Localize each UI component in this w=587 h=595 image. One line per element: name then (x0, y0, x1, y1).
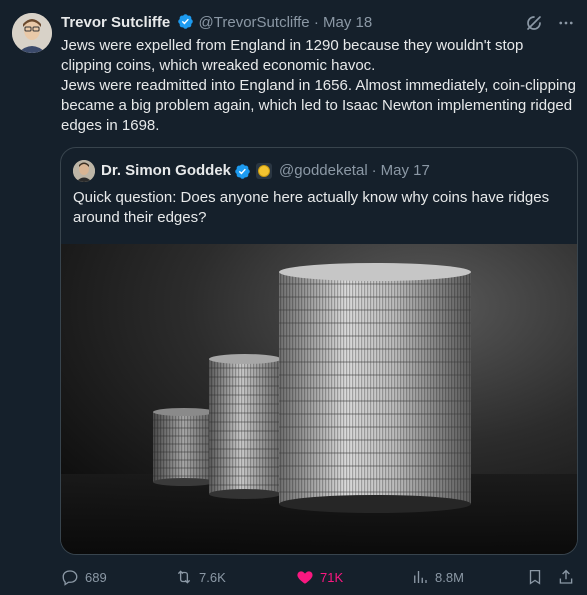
large-coin-stack (279, 263, 471, 513)
separator-dot: · (371, 162, 377, 179)
verified-badge-icon (235, 163, 250, 179)
repost-button[interactable]: 7.6K (175, 567, 226, 587)
bookmark-button[interactable] (526, 567, 544, 587)
views-button[interactable]: 8.8M (411, 567, 464, 587)
grok-icon[interactable] (525, 14, 543, 32)
tweet-text: Jews were expelled from England in 1290 … (61, 37, 576, 134)
like-icon (297, 571, 313, 584)
more-icon[interactable] (557, 14, 575, 32)
gold-badge-icon (256, 163, 273, 179)
verified-badge-icon (178, 14, 194, 29)
views-count: 8.8M (435, 569, 464, 585)
separator-dot: · (313, 14, 319, 31)
author-avatar[interactable] (12, 13, 52, 53)
like-count: 71K (320, 569, 344, 585)
author-name[interactable]: Trevor Sutcliffe (61, 14, 170, 31)
quoted-tweet[interactable]: Dr. Simon Goddek @goddeketal · May 17 Qu… (60, 147, 578, 555)
repost-count: 7.6K (199, 569, 226, 585)
quote-header: Dr. Simon Goddek @goddeketal · May 17 (73, 160, 430, 182)
share-button[interactable] (557, 567, 575, 587)
coin-stacks-image[interactable] (61, 244, 577, 554)
quote-author-name[interactable]: Dr. Simon Goddek (101, 160, 231, 182)
share-icon (559, 569, 573, 584)
tweet-date[interactable]: May 18 (323, 14, 372, 31)
quote-text: Quick question: Does anyone here actuall… (73, 189, 550, 226)
quote-author-handle[interactable]: @goddeketal (279, 160, 368, 182)
small-coin-stack (153, 408, 215, 486)
author-handle[interactable]: @TrevorSutcliffe (199, 14, 310, 31)
bookmark-icon (529, 569, 541, 585)
action-bar: 689 7.6K 71K 8.8M (61, 567, 575, 587)
reply-count: 689 (85, 569, 107, 585)
reply-icon (62, 570, 78, 586)
views-icon (414, 571, 427, 583)
tweet-header: Trevor Sutcliffe @TrevorSutcliffe · May … (61, 13, 575, 33)
like-button[interactable]: 71K (296, 567, 343, 587)
quote-author-avatar[interactable] (73, 160, 95, 182)
medium-coin-stack (209, 354, 281, 499)
quote-date[interactable]: May 17 (381, 160, 430, 182)
reply-button[interactable]: 689 (61, 567, 107, 587)
repost-icon (177, 570, 191, 584)
